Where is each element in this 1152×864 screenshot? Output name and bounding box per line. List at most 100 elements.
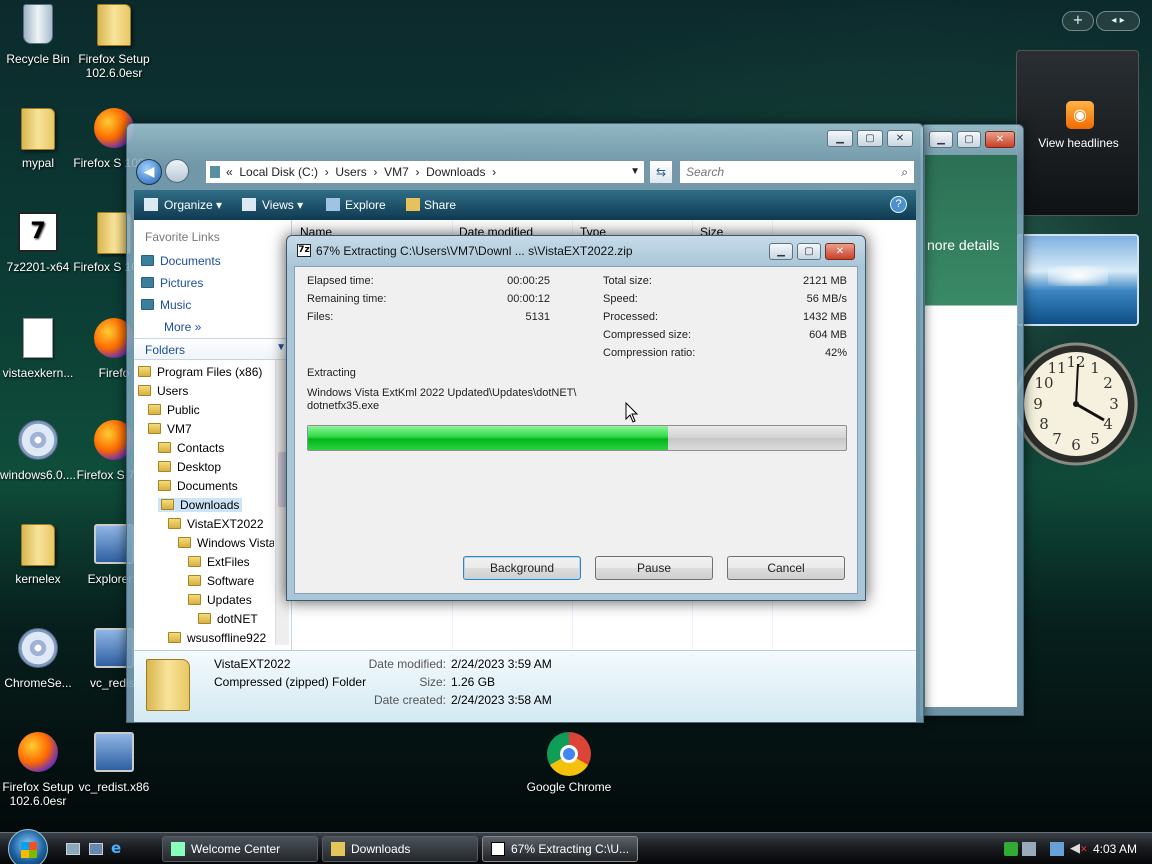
address-vm7[interactable]: VM7 bbox=[384, 165, 409, 179]
maximize-button[interactable]: ▢ bbox=[857, 130, 883, 147]
rss-gadget[interactable]: ◉ View headlines bbox=[1016, 50, 1139, 216]
desktop-icon-google-chrome[interactable]: Google Chrome bbox=[526, 732, 612, 794]
quicklaunch-show-desktop-icon[interactable] bbox=[66, 843, 80, 855]
windows-logo-icon bbox=[21, 842, 37, 858]
background-button[interactable]: Background bbox=[463, 556, 581, 580]
speed-label: Speed: bbox=[603, 293, 638, 305]
quicklaunch-switch-windows-icon[interactable] bbox=[89, 843, 103, 855]
folder-tree-item[interactable]: Contacts bbox=[158, 441, 224, 455]
favorite-more[interactable]: More » bbox=[164, 320, 201, 334]
folder-tree-item[interactable]: Software bbox=[188, 574, 254, 588]
dialog-close-button[interactable]: ✕ bbox=[825, 243, 855, 260]
desktop-icon-kernelex[interactable]: kernelex bbox=[0, 524, 81, 586]
tray-display-icon[interactable] bbox=[1050, 842, 1064, 856]
tray-network-icon[interactable] bbox=[1022, 842, 1036, 856]
folder-tree-item[interactable]: dotNET bbox=[198, 612, 258, 626]
refresh-button[interactable]: ⇆ bbox=[649, 160, 673, 184]
more-details-link[interactable]: nore details bbox=[927, 237, 999, 253]
folder-icon bbox=[148, 404, 161, 415]
processed-value: 1432 MB bbox=[802, 311, 847, 323]
back-window-maximize-button[interactable]: ▢ bbox=[957, 131, 981, 148]
desktop-icon-mypal[interactable]: mypal bbox=[0, 108, 81, 170]
address-sep[interactable]: › bbox=[373, 165, 377, 179]
folder-icon bbox=[188, 575, 201, 586]
folder-tree-item[interactable]: Public bbox=[148, 403, 200, 417]
address-local-disk[interactable]: Local Disk (C:) bbox=[239, 165, 318, 179]
taskbar-downloads[interactable]: Downloads bbox=[322, 836, 478, 862]
back-window-close-button[interactable]: ✕ bbox=[985, 131, 1015, 148]
current-file-name: dotnetfx35.exe bbox=[307, 400, 380, 412]
tray-volume-muted-icon[interactable]: ◀✕ bbox=[1070, 841, 1088, 857]
address-dropdown-icon[interactable]: ▼ bbox=[630, 161, 640, 183]
back-window-minimize-button[interactable]: ▁ bbox=[929, 131, 953, 148]
views-icon bbox=[242, 198, 256, 211]
share-button[interactable]: Share bbox=[424, 198, 456, 212]
tray-safely-remove-icon[interactable] bbox=[1004, 842, 1018, 856]
desktop-icon-7z2201[interactable]: 7 7z2201-x64 bbox=[0, 212, 81, 274]
dialog-minimize-button[interactable]: ▁ bbox=[769, 243, 793, 260]
minimize-button[interactable]: ▁ bbox=[827, 130, 853, 147]
svg-text:8: 8 bbox=[1039, 415, 1049, 433]
slideshow-gadget[interactable] bbox=[1016, 234, 1139, 326]
7zip-icon: 7 bbox=[16, 212, 60, 256]
address-sep[interactable]: › bbox=[492, 165, 496, 179]
desktop-icon-chromese[interactable]: ChromeSe... bbox=[0, 628, 81, 690]
clock-gadget[interactable]: 12 1 2 345 678 9 10 11 bbox=[1014, 342, 1138, 466]
sidebar-nav-buttons[interactable]: ◂ ▸ bbox=[1096, 11, 1140, 31]
extract-progress-dialog[interactable]: 7z 67% Extracting C:\Users\VM7\Downl ...… bbox=[286, 235, 866, 601]
folder-tree-item[interactable]: ExtFiles bbox=[188, 555, 250, 569]
sidebar-next-icon[interactable]: ▸ bbox=[1120, 15, 1125, 26]
views-button[interactable]: Views ▾ bbox=[262, 198, 303, 212]
welcome-center-window[interactable]: ▁ ▢ ✕ nore details me bbox=[920, 124, 1024, 716]
back-button[interactable]: ◀ bbox=[136, 159, 162, 185]
sidebar-prev-icon[interactable]: ◂ bbox=[1111, 15, 1116, 26]
folder-tree-item[interactable]: wsusoffline922 bbox=[168, 631, 266, 645]
cancel-button[interactable]: Cancel bbox=[727, 556, 845, 580]
desktop-icon-firefox-setup-folder[interactable]: Firefox Setup 102.6.0esr bbox=[71, 4, 157, 80]
explore-button[interactable]: Explore bbox=[345, 198, 386, 212]
search-input[interactable]: Search ⌕ bbox=[679, 160, 915, 184]
taskbar-clock[interactable]: 4:03 AM bbox=[1093, 842, 1137, 856]
total-size-value: 2121 MB bbox=[802, 275, 847, 287]
taskbar-7zip-extracting[interactable]: 67% Extracting C:\U... bbox=[482, 836, 638, 862]
quicklaunch-ie-icon[interactable]: e bbox=[111, 840, 127, 856]
address-users[interactable]: Users bbox=[335, 165, 366, 179]
address-overflow[interactable]: « bbox=[226, 165, 233, 179]
sidebar-add-gadget-button[interactable]: + bbox=[1062, 11, 1094, 31]
welcome-center-icon bbox=[171, 842, 185, 856]
folder-tree-item[interactable]: Updates bbox=[188, 593, 252, 607]
folder-tree-item[interactable]: Program Files (x86) bbox=[138, 365, 262, 379]
folder-icon bbox=[188, 556, 201, 567]
total-size-label: Total size: bbox=[603, 275, 652, 287]
favorite-pictures[interactable]: Pictures bbox=[141, 276, 203, 290]
folders-header[interactable]: Folders ▼ bbox=[134, 338, 290, 360]
folder-tree-item[interactable]: Downloads bbox=[158, 498, 243, 512]
desktop-icon-vc-redist-x86[interactable]: vc_redist.x86 bbox=[71, 732, 157, 794]
desktop-icon-windows6[interactable]: windows6.0.... bbox=[0, 420, 81, 482]
folder-tree-item[interactable]: Documents bbox=[158, 479, 238, 493]
address-bar[interactable]: « Local Disk (C:) › Users › VM7 › Downlo… bbox=[205, 160, 645, 184]
folder-tree-item[interactable]: Desktop bbox=[158, 460, 221, 474]
desktop-icon-vistaexkern[interactable]: vistaexkern... bbox=[0, 318, 81, 380]
forward-button[interactable] bbox=[165, 159, 189, 183]
folder-tree-item[interactable]: Windows Vista bbox=[178, 536, 274, 550]
favorite-music[interactable]: Music bbox=[141, 298, 191, 312]
address-sep[interactable]: › bbox=[325, 165, 329, 179]
close-button[interactable]: ✕ bbox=[887, 130, 913, 147]
address-sep[interactable]: › bbox=[415, 165, 419, 179]
folder-tree-item[interactable]: VM7 bbox=[148, 422, 192, 436]
desktop-icon-firefox-setup[interactable]: Firefox Setup 102.6.0esr bbox=[0, 732, 81, 808]
desktop-icon-recycle-bin[interactable]: Recycle Bin bbox=[0, 4, 81, 66]
start-button[interactable] bbox=[8, 829, 48, 864]
folder-icon bbox=[158, 480, 171, 491]
pause-button[interactable]: Pause bbox=[595, 556, 713, 580]
folder-tree-item[interactable]: VistaEXT2022 bbox=[168, 517, 264, 531]
dialog-maximize-button[interactable]: ▢ bbox=[797, 243, 821, 260]
help-icon[interactable]: ? bbox=[890, 196, 907, 213]
rss-view-headlines[interactable]: View headlines bbox=[1017, 136, 1140, 150]
folder-tree-item[interactable]: Users bbox=[138, 384, 188, 398]
address-downloads[interactable]: Downloads bbox=[426, 165, 485, 179]
favorite-documents[interactable]: Documents bbox=[141, 254, 221, 268]
taskbar-welcome-center[interactable]: Welcome Center bbox=[162, 836, 318, 862]
organize-button[interactable]: Organize ▾ bbox=[164, 198, 222, 212]
